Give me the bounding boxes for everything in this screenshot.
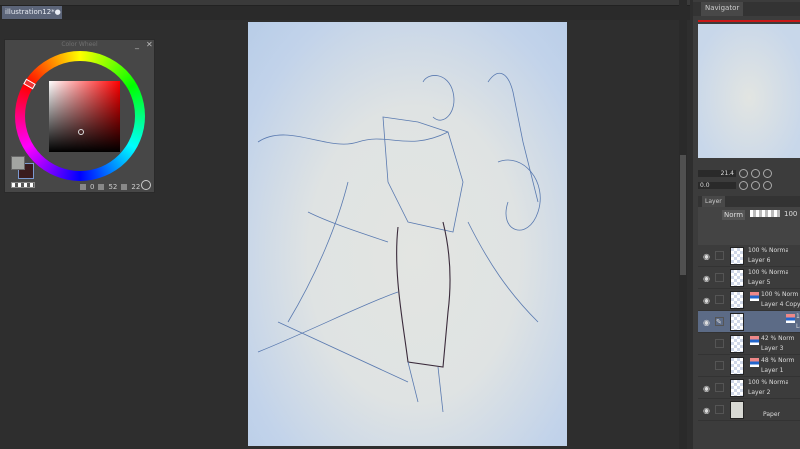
blend-mode-select[interactable]: Norm — [722, 210, 746, 220]
canvas-scrollbar[interactable] — [679, 0, 687, 449]
zoom-row: 21.4 — [698, 169, 800, 178]
reset-rotation-icon[interactable] — [763, 181, 772, 190]
eye-icon[interactable]: ◉ — [703, 384, 710, 393]
tab-navigator[interactable]: Navigator — [701, 2, 744, 16]
zoom-out-icon[interactable] — [739, 169, 748, 178]
sketch-artwork — [257, 72, 541, 413]
reference-layer-icon — [750, 358, 759, 367]
lock-toggle[interactable] — [715, 339, 724, 348]
tab-close-button[interactable]: ● — [55, 8, 61, 17]
reference-layer-icon — [786, 314, 795, 323]
pen-icon[interactable]: ✎ — [715, 317, 724, 326]
hue-icon — [80, 184, 86, 190]
layer-blend-info: 42 % Norm — [761, 335, 795, 342]
layer-thumbnail — [730, 269, 744, 287]
brightness-value: 22 — [131, 183, 141, 191]
layer-blend-info: 10( — [796, 313, 800, 320]
layer-row[interactable]: ◉ 100 % Normal Layer 2 — [698, 377, 800, 399]
navigator-tabs: Navigator — [693, 2, 800, 16]
eye-icon[interactable]: ◉ — [703, 318, 710, 327]
layer-row[interactable]: ◉ ✎ 10( Lay — [698, 311, 800, 333]
hue-value: 0 — [90, 183, 95, 191]
right-panel: Navigator 21.4 0.0 Layer Norm 100 ◉ 100 … — [693, 0, 800, 449]
lock-toggle[interactable] — [715, 295, 724, 304]
sv-cursor[interactable] — [78, 129, 84, 135]
zoom-in-icon[interactable] — [751, 169, 760, 178]
main-color-swatch[interactable] — [11, 156, 25, 170]
lock-toggle[interactable] — [715, 361, 724, 370]
scrollbar-thumb[interactable] — [680, 155, 686, 275]
minimize-button[interactable]: _ — [135, 40, 139, 50]
saturation-value-square[interactable] — [49, 81, 120, 152]
rotate-left-icon[interactable] — [739, 181, 748, 190]
layer-row[interactable]: 48 % Norm Layer 1 — [698, 355, 800, 377]
layer-blend-info: 100 % Normal — [748, 247, 788, 254]
reference-layer-icon — [750, 336, 759, 345]
layer-row[interactable]: ◉ 100 % Normal Layer 6 — [698, 245, 800, 267]
layer-blend-info: 100 % Norm — [761, 291, 799, 298]
eye-icon[interactable]: ◉ — [703, 296, 710, 305]
eye-icon[interactable]: ◉ — [703, 274, 710, 283]
rotation-slider[interactable]: 0.0 — [698, 182, 736, 189]
tab-title: illustration12* — [5, 8, 55, 16]
layer-thumbnail — [730, 357, 744, 375]
tab-layer[interactable]: Layer — [702, 196, 725, 207]
layer-blend-info: 48 % Norm — [761, 357, 795, 364]
layer-thumbnail — [730, 335, 744, 353]
color-wheel-panel: Color Wheel _ ✕ 0 52 22 — [4, 39, 155, 193]
layer-blend-info: 100 % Normal — [748, 379, 788, 386]
saturation-icon — [98, 184, 105, 190]
layer-thumbnail — [730, 379, 744, 397]
layer-thumbnail — [730, 401, 744, 419]
layer-name: Paper — [763, 411, 780, 418]
document-tab[interactable]: illustration12* ● — [2, 6, 62, 19]
saturation-value: 52 — [108, 183, 118, 191]
layer-name: Lay — [796, 323, 800, 330]
opacity-value[interactable]: 100 — [784, 210, 797, 218]
transparent-color-swatch[interactable] — [11, 182, 35, 188]
drawing-canvas[interactable] — [248, 22, 567, 446]
lock-toggle[interactable] — [715, 383, 724, 392]
layer-name: Layer 1 — [761, 367, 784, 374]
layer-blend-info: 100 % Normal — [748, 269, 788, 276]
fit-icon[interactable] — [763, 169, 772, 178]
layer-row[interactable]: ◉ Paper — [698, 399, 800, 421]
hsv-readout: 0 52 22 — [80, 183, 140, 191]
panel-title: Color Wheel — [61, 41, 98, 48]
layer-properties: Norm 100 — [698, 207, 800, 245]
navigator-frame-indicator — [698, 20, 800, 22]
opacity-slider[interactable] — [750, 210, 780, 217]
layer-thumbnail — [730, 291, 744, 309]
lock-toggle[interactable] — [715, 251, 724, 260]
layer-name: Layer 5 — [748, 279, 771, 286]
rotate-right-icon[interactable] — [751, 181, 760, 190]
layer-name: Layer 6 — [748, 257, 771, 264]
layer-name: Layer 2 — [748, 389, 771, 396]
color-mode-button[interactable] — [141, 180, 151, 190]
lock-toggle[interactable] — [715, 273, 724, 282]
close-button[interactable]: ✕ — [146, 40, 153, 50]
eye-icon[interactable]: ◉ — [703, 406, 710, 415]
rotate-row: 0.0 — [698, 181, 800, 190]
value-icon — [121, 184, 128, 190]
eye-icon[interactable]: ◉ — [703, 252, 710, 261]
lock-toggle[interactable] — [715, 405, 724, 414]
layer-row[interactable]: 42 % Norm Layer 3 — [698, 333, 800, 355]
document-tab-bar — [0, 6, 690, 20]
layer-row[interactable]: ◉ 100 % Norm Layer 4 Copy — [698, 289, 800, 311]
layer-row[interactable]: ◉ 100 % Normal Layer 5 — [698, 267, 800, 289]
layer-name: Layer 4 Copy — [761, 301, 800, 308]
navigator-preview[interactable] — [698, 24, 800, 158]
reference-layer-icon — [750, 292, 759, 301]
layer-thumbnail — [730, 247, 744, 265]
zoom-slider[interactable]: 21.4 — [698, 170, 736, 177]
layer-name: Layer 3 — [761, 345, 784, 352]
layer-thumbnail — [730, 313, 744, 331]
layer-tabs: Layer — [698, 196, 800, 207]
